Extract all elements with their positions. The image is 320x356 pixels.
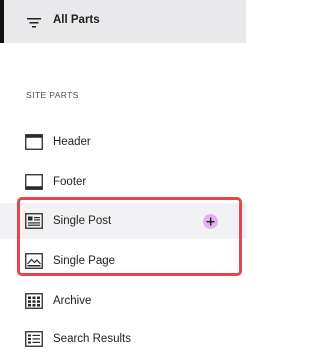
filter-list-icon [27, 16, 41, 28]
search-results-icon [25, 331, 43, 347]
site-part-single-post[interactable]: Single Post [0, 203, 246, 239]
archive-grid-icon [25, 293, 43, 309]
site-part-archive[interactable]: Archive [0, 283, 246, 319]
add-single-post-button[interactable] [203, 214, 218, 229]
all-parts-label: All Parts [53, 14, 100, 26]
header-layout-icon [25, 134, 43, 150]
section-title: SITE PARTS [26, 90, 79, 100]
site-part-header[interactable]: Header [0, 124, 246, 160]
site-part-label: Search Results [53, 333, 131, 345]
single-page-icon [25, 253, 43, 269]
site-part-search-results[interactable]: Search Results [0, 321, 246, 356]
site-part-label: Archive [53, 295, 92, 307]
site-part-label: Single Page [53, 255, 116, 267]
site-part-label: Header [53, 136, 91, 148]
site-part-label: Single Post [53, 215, 112, 227]
site-parts-panel: All Parts SITE PARTS Header Footer Singl… [0, 0, 246, 356]
single-post-icon [25, 213, 43, 229]
plus-icon [206, 217, 215, 226]
site-part-single-page[interactable]: Single Page [0, 243, 246, 279]
all-parts-nav-item[interactable]: All Parts [0, 0, 246, 43]
site-part-footer[interactable]: Footer [0, 164, 246, 200]
site-part-label: Footer [53, 176, 87, 188]
footer-layout-icon [25, 174, 43, 190]
